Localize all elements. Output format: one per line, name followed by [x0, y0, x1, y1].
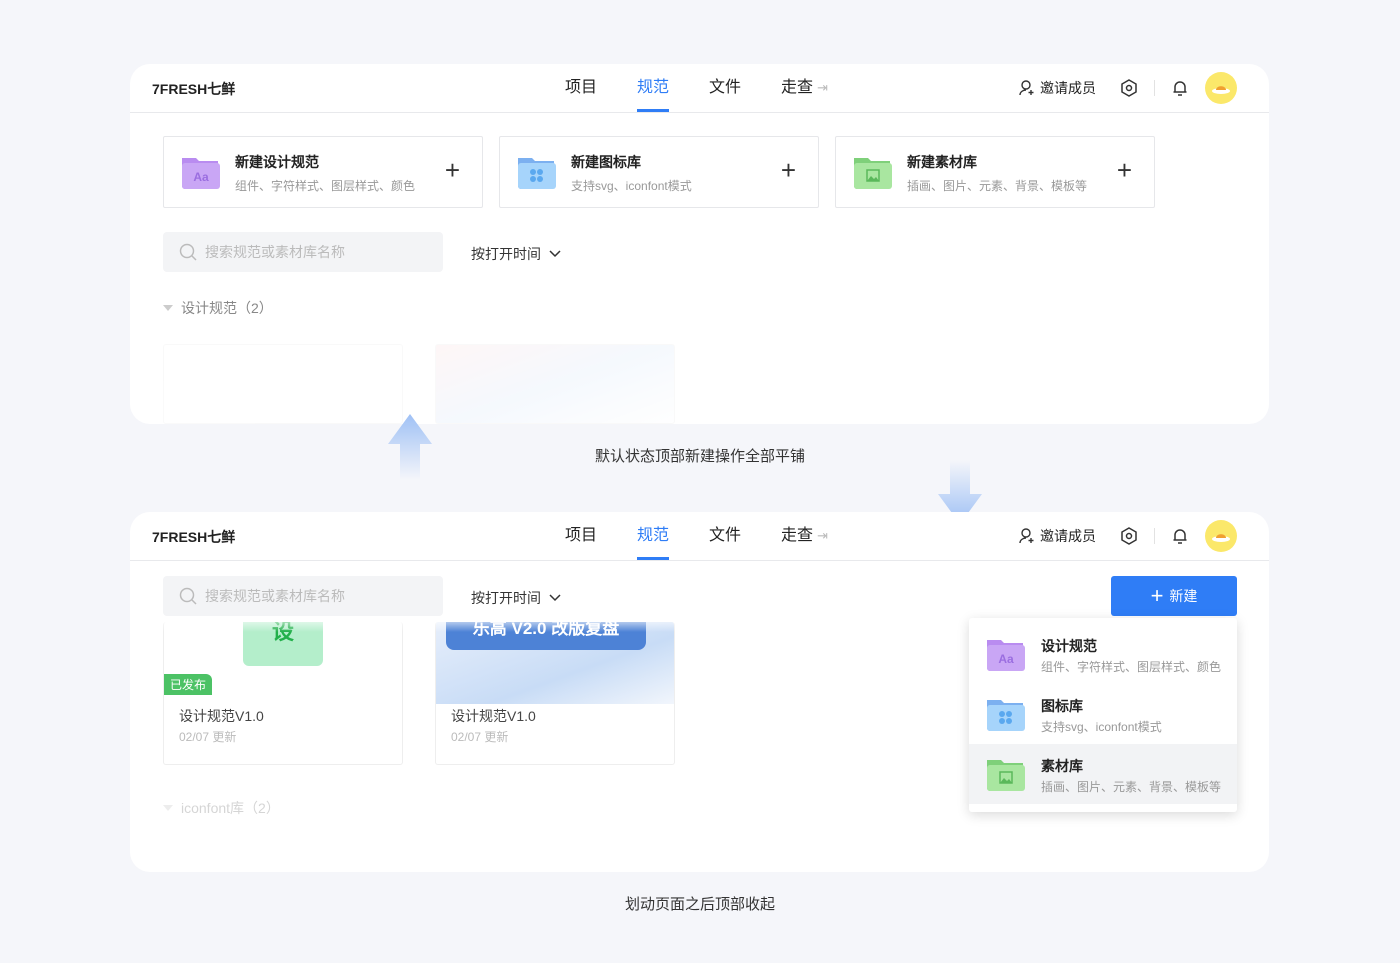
card-title: 新建素材库: [907, 154, 977, 170]
tab-files[interactable]: 文件: [709, 512, 741, 560]
spec-title: 设计规范V1.0: [179, 708, 264, 724]
spec-title: 设计规范V1.0: [451, 708, 536, 724]
sort-label: 按打开时间: [471, 590, 541, 606]
spec-card[interactable]: 乐高 V2.0 改版复盘 设计规范V1.0 02/07 更新: [435, 622, 675, 765]
search-placeholder: 搜索规范或素材库名称: [205, 588, 345, 604]
create-design-spec-card[interactable]: Aa 新建设计规范 组件、字符样式、图层样式、颜色 +: [163, 136, 483, 208]
bell-icon[interactable]: [1169, 77, 1191, 99]
divider: [1154, 80, 1155, 96]
tab-specs[interactable]: 规范: [637, 512, 670, 560]
menu-item-asset-library[interactable]: 素材库 插画、图片、元素、背景、模板等: [969, 744, 1237, 804]
menu-item-desc: 组件、字符样式、图层样式、颜色: [1041, 660, 1222, 674]
tab-projects[interactable]: 项目: [565, 512, 597, 560]
folder-image-icon: [987, 760, 1025, 791]
section-title: 设计规范（2）: [181, 300, 273, 316]
spec-date: 02/07 更新: [451, 730, 509, 744]
tab-review[interactable]: 走查 ⇥: [781, 64, 828, 112]
tab-files[interactable]: 文件: [709, 64, 741, 112]
main-nav: 项目 规范 文件 走查 ⇥: [565, 64, 868, 112]
card-desc: 组件、字符样式、图层样式、颜色: [235, 179, 416, 193]
folder-image-icon: [854, 158, 892, 189]
folder-aa-icon: Aa: [182, 158, 220, 189]
main-nav: 项目 规范 文件 走查 ⇥: [565, 512, 868, 560]
new-button-label: 新建: [1169, 588, 1198, 604]
logo: 7FRESH七鲜: [152, 81, 236, 97]
plus-icon[interactable]: +: [781, 157, 796, 183]
external-arrow-icon: ⇥: [817, 80, 828, 95]
sort-dropdown[interactable]: 按打开时间: [471, 244, 561, 264]
card-title: 新建设计规范: [235, 154, 319, 170]
status-badge: 已发布: [164, 674, 213, 695]
search-input[interactable]: 搜索规范或素材库名称: [163, 232, 443, 272]
top-header: 7FRESH七鲜 项目 规范 文件 走查 ⇥ 邀请成员: [130, 512, 1269, 561]
svg-text:Aa: Aa: [193, 170, 209, 184]
sort-label: 按打开时间: [471, 246, 541, 262]
section-design-specs[interactable]: 设计规范（2）: [163, 298, 273, 318]
search-input[interactable]: 搜索规范或素材库名称: [163, 576, 443, 616]
menu-item-desc: 支持svg、iconfont模式: [1041, 720, 1162, 734]
caption-default: 默认状态顶部新建操作全部平铺: [594, 448, 805, 465]
search-placeholder: 搜索规范或素材库名称: [205, 244, 345, 260]
logo: 7FRESH七鲜: [152, 529, 236, 545]
user-add-icon: [1019, 80, 1034, 96]
chevron-down-icon: [549, 250, 561, 258]
collapse-triangle-icon: [163, 805, 173, 811]
menu-item-title: 素材库: [1041, 758, 1083, 774]
tab-review[interactable]: 走查 ⇥: [781, 512, 828, 560]
create-icon-library-card[interactable]: 新建图标库 支持svg、iconfont模式 +: [499, 136, 819, 208]
default-state-panel: 7FRESH七鲜 项目 规范 文件 走查 ⇥ 邀请成员 Aa 新建设计规范 组件、…: [130, 64, 1269, 424]
spec-thumbnail: 乐高 V2.0 改版复盘: [436, 622, 674, 704]
spec-card-faded[interactable]: [435, 344, 675, 424]
divider: [1154, 528, 1155, 544]
chevron-down-icon: [549, 594, 561, 602]
menu-item-title: 设计规范: [1041, 638, 1097, 654]
plus-icon[interactable]: +: [1117, 157, 1132, 183]
invite-label: 邀请成员: [1040, 80, 1096, 96]
spec-date: 02/07 更新: [179, 730, 237, 744]
create-asset-library-card[interactable]: 新建素材库 插画、图片、元素、背景、模板等 +: [835, 136, 1155, 208]
tab-projects[interactable]: 项目: [565, 64, 597, 112]
top-header: 7FRESH七鲜 项目 规范 文件 走查 ⇥ 邀请成员: [130, 64, 1269, 113]
folder-grid-icon: [518, 158, 556, 189]
menu-item-icon-library[interactable]: 图标库 支持svg、iconfont模式: [969, 684, 1237, 744]
menu-item-desc: 插画、图片、元素、背景、模板等: [1041, 780, 1222, 794]
menu-item-design-spec[interactable]: Aa 设计规范 组件、字符样式、图层样式、颜色: [969, 624, 1237, 684]
tab-review-label: 走查: [781, 79, 814, 96]
svg-text:Aa: Aa: [998, 652, 1014, 666]
scrolled-state-panel: 7FRESH七鲜 项目 规范 文件 走查 ⇥ 邀请成员 设 已发布 设计规范V1.…: [130, 512, 1269, 872]
search-icon: [179, 243, 197, 261]
sort-dropdown[interactable]: 按打开时间: [471, 588, 561, 608]
spec-card-faded[interactable]: [163, 344, 403, 424]
folder-grid-icon: [987, 700, 1025, 731]
invite-label: 邀请成员: [1040, 528, 1096, 544]
card-desc: 支持svg、iconfont模式: [571, 179, 692, 193]
spec-card[interactable]: 设 已发布 设计规范V1.0 02/07 更新: [163, 622, 403, 765]
caption-scrolled: 划动页面之后顶部收起: [624, 896, 775, 913]
user-add-icon: [1019, 528, 1034, 544]
bell-icon[interactable]: [1169, 525, 1191, 547]
collapse-triangle-icon: [163, 305, 173, 311]
avatar[interactable]: [1205, 72, 1237, 104]
settings-icon[interactable]: [1118, 525, 1140, 547]
plus-icon[interactable]: +: [445, 157, 460, 183]
menu-item-title: 图标库: [1041, 698, 1083, 714]
card-title: 新建图标库: [571, 154, 641, 170]
invite-members-button[interactable]: 邀请成员: [1018, 78, 1096, 98]
tab-specs[interactable]: 规范: [637, 64, 670, 112]
avatar[interactable]: [1205, 520, 1237, 552]
search-icon: [179, 587, 197, 605]
section-title: iconfont库（2）: [181, 800, 280, 816]
settings-icon[interactable]: [1118, 77, 1140, 99]
folder-aa-icon: Aa: [987, 640, 1025, 671]
new-dropdown-menu: Aa 设计规范 组件、字符样式、图层样式、颜色 图标库 支持svg、iconfo…: [969, 618, 1237, 812]
section-iconfont[interactable]: iconfont库（2）: [163, 798, 280, 818]
new-button[interactable]: + 新建: [1111, 576, 1237, 616]
invite-members-button[interactable]: 邀请成员: [1018, 526, 1096, 546]
plus-icon: +: [1150, 583, 1164, 608]
tab-review-label: 走查: [781, 527, 814, 544]
external-arrow-icon: ⇥: [817, 528, 828, 543]
card-desc: 插画、图片、元素、背景、模板等: [907, 179, 1088, 193]
